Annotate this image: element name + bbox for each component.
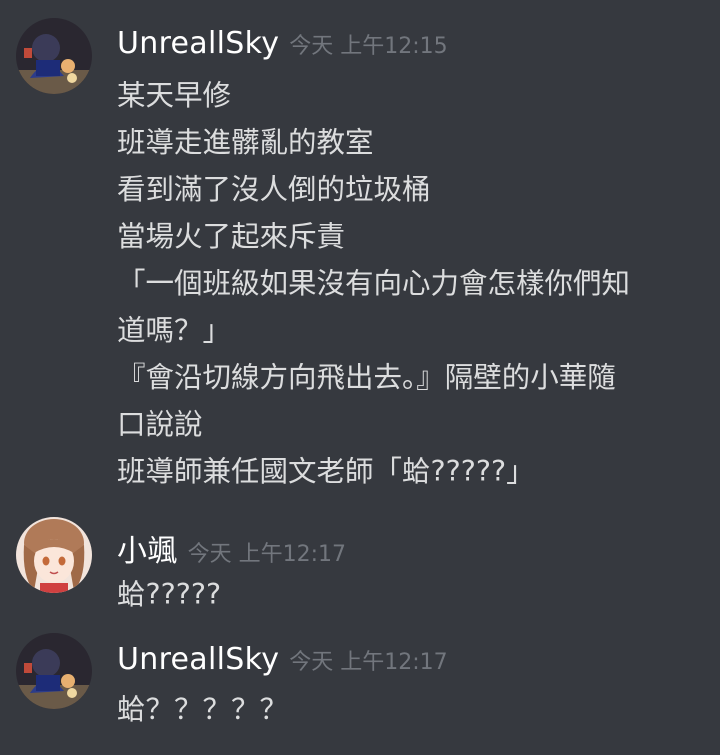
message-line: 道嗎？」 bbox=[117, 314, 232, 347]
username[interactable]: 小颯 bbox=[117, 534, 178, 569]
message-line: 「一個班級如果沒有向心力會怎樣你們知 bbox=[117, 267, 631, 300]
message-line: 班導走進髒亂的教室 bbox=[117, 126, 374, 159]
message-line: 班導師兼任國文老師「蛤?????」 bbox=[117, 455, 535, 488]
message-line: 蛤？？？？？ bbox=[117, 693, 289, 726]
avatar[interactable] bbox=[16, 517, 92, 593]
message-header: UnreallSky 今天 上午12:17 bbox=[117, 642, 448, 677]
message-line: 某天早修 bbox=[117, 79, 232, 112]
message-content: 某天早修 班導走進髒亂的教室 看到滿了沒人倒的垃圾桶 當場火了起來斥責 「一個班… bbox=[117, 72, 707, 495]
username[interactable]: UnreallSky bbox=[117, 26, 279, 61]
message-header: UnreallSky 今天 上午12:15 bbox=[117, 26, 448, 61]
user-avatar-icon bbox=[16, 18, 92, 94]
message-line: 蛤????? bbox=[117, 578, 222, 611]
message-line: 當場火了起來斥責 bbox=[117, 220, 346, 253]
message-content: 蛤????? bbox=[117, 571, 707, 618]
avatar[interactable] bbox=[16, 633, 92, 709]
timestamp: 今天 上午12:17 bbox=[187, 542, 347, 567]
timestamp: 今天 上午12:17 bbox=[289, 650, 448, 675]
avatar[interactable] bbox=[16, 18, 92, 94]
message-line: 口說說 bbox=[117, 408, 203, 441]
user-avatar-icon bbox=[16, 517, 92, 593]
timestamp: 今天 上午12:15 bbox=[289, 34, 448, 59]
message-header: 小颯 今天 上午12:17 bbox=[117, 526, 346, 570]
user-avatar-icon bbox=[16, 633, 92, 709]
message-line: 看到滿了沒人倒的垃圾桶 bbox=[117, 173, 431, 206]
message-line: 『會沿切線方向飛出去。』隔壁的小華隨 bbox=[117, 361, 616, 394]
username[interactable]: UnreallSky bbox=[117, 642, 279, 677]
message-content: 蛤？？？？？ bbox=[117, 686, 707, 733]
